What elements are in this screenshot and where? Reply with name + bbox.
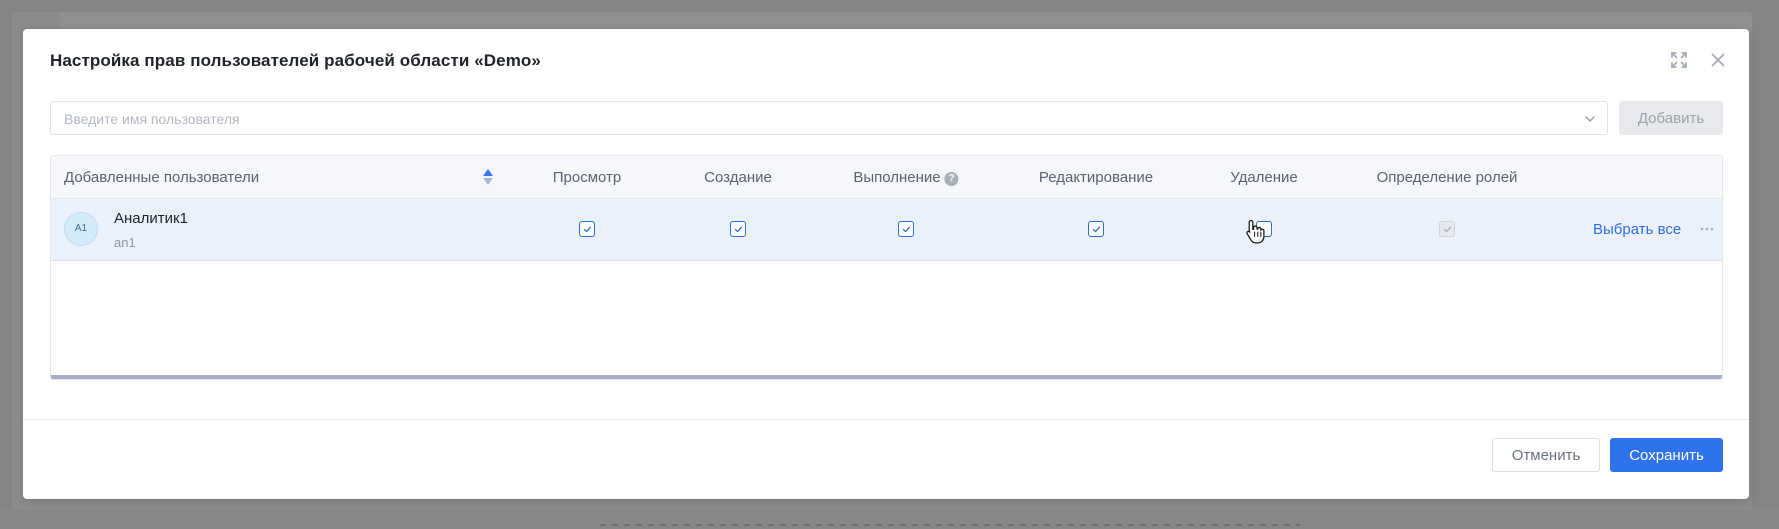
- table-header: Добавленные пользователи Просмотр Создан…: [51, 156, 1722, 199]
- checkbox-execute[interactable]: [898, 221, 914, 237]
- column-header-view: Просмотр: [552, 169, 622, 186]
- user-search-placeholder: Введите имя пользователя: [64, 111, 240, 127]
- column-header-create: Создание: [704, 169, 772, 186]
- sort-icon[interactable]: [482, 168, 494, 186]
- footer-divider: [23, 419, 1749, 420]
- checkbox-create[interactable]: [730, 221, 746, 237]
- column-header-users: Добавленные пользователи: [64, 169, 260, 186]
- chevron-down-icon[interactable]: [1583, 112, 1597, 126]
- check-icon: [902, 226, 911, 233]
- select-all-link[interactable]: Выбрать все: [1593, 221, 1681, 238]
- background-footer-content: [600, 524, 1300, 526]
- cancel-button[interactable]: Отменить: [1492, 438, 1600, 472]
- column-header-execute: Выполнение?: [853, 169, 959, 186]
- permissions-dialog: Настройка прав пользователей рабочей обл…: [23, 29, 1749, 499]
- table-horizontal-scrollbar[interactable]: [51, 375, 1722, 379]
- user-search-select[interactable]: Введите имя пользователя: [50, 101, 1608, 135]
- table-row[interactable]: A1 Аналитик1 an1 Выбрать все: [51, 199, 1722, 261]
- permissions-table: Добавленные пользователи Просмотр Создан…: [50, 155, 1723, 380]
- user-login: an1: [114, 235, 136, 250]
- add-user-button[interactable]: Добавить: [1619, 101, 1723, 135]
- checkbox-view[interactable]: [579, 221, 595, 237]
- column-header-roles: Определение ролей: [1376, 169, 1518, 186]
- save-button[interactable]: Сохранить: [1610, 438, 1723, 472]
- column-header-delete: Удаление: [1230, 169, 1298, 186]
- column-header-edit: Редактирование: [1038, 169, 1154, 186]
- check-icon: [583, 226, 592, 233]
- check-icon: [734, 226, 743, 233]
- checkbox-roles: [1439, 221, 1455, 237]
- check-icon: [1443, 226, 1452, 233]
- checkbox-edit[interactable]: [1088, 221, 1104, 237]
- user-name: Аналитик1: [114, 210, 188, 227]
- check-icon: [1092, 226, 1101, 233]
- dialog-title: Настройка прав пользователей рабочей обл…: [50, 51, 541, 70]
- help-icon[interactable]: ?: [944, 172, 959, 186]
- background-footer: [0, 510, 1779, 529]
- column-header-execute-label: Выполнение: [853, 169, 941, 186]
- checkbox-delete[interactable]: [1256, 221, 1272, 237]
- more-horizontal-icon[interactable]: [1699, 221, 1715, 237]
- avatar: A1: [64, 212, 98, 246]
- background-topbar: [60, 12, 1752, 30]
- close-icon[interactable]: [1709, 51, 1727, 69]
- expand-icon[interactable]: [1670, 51, 1688, 69]
